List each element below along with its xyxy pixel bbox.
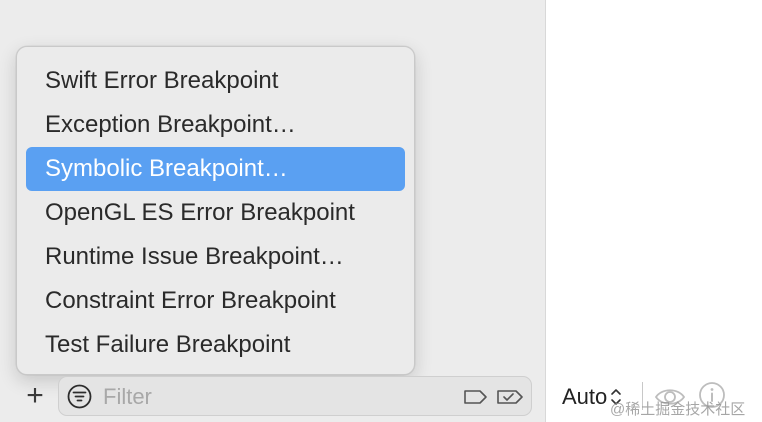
watermark: @稀土掘金技术社区 [610, 401, 746, 418]
menu-item-exception-breakpoint[interactable]: Exception Breakpoint… [26, 103, 405, 147]
menu-item-constraint-error-breakpoint[interactable]: Constraint Error Breakpoint [26, 279, 405, 323]
filter-field [58, 376, 532, 416]
menu-item-symbolic-breakpoint[interactable]: Symbolic Breakpoint… [26, 147, 405, 191]
zoom-label: Auto [562, 384, 608, 409]
navigator-bottom-bar: + [0, 374, 545, 422]
filter-input[interactable] [101, 381, 445, 413]
badge-icon[interactable] [496, 389, 524, 405]
editor-pane [546, 0, 762, 422]
menu-item-runtime-issue-breakpoint[interactable]: Runtime Issue Breakpoint… [26, 235, 405, 279]
menu-item-swift-error-breakpoint[interactable]: Swift Error Breakpoint [26, 59, 405, 103]
menu-item-test-failure-breakpoint[interactable]: Test Failure Breakpoint [26, 323, 405, 367]
menu-item-opengl-es-error-breakpoint[interactable]: OpenGL ES Error Breakpoint [26, 191, 405, 235]
add-breakpoint-button[interactable]: + [20, 381, 50, 412]
filter-icon[interactable] [67, 384, 92, 409]
add-breakpoint-menu: Swift Error Breakpoint Exception Breakpo… [16, 46, 415, 375]
tag-icon[interactable] [463, 389, 489, 405]
